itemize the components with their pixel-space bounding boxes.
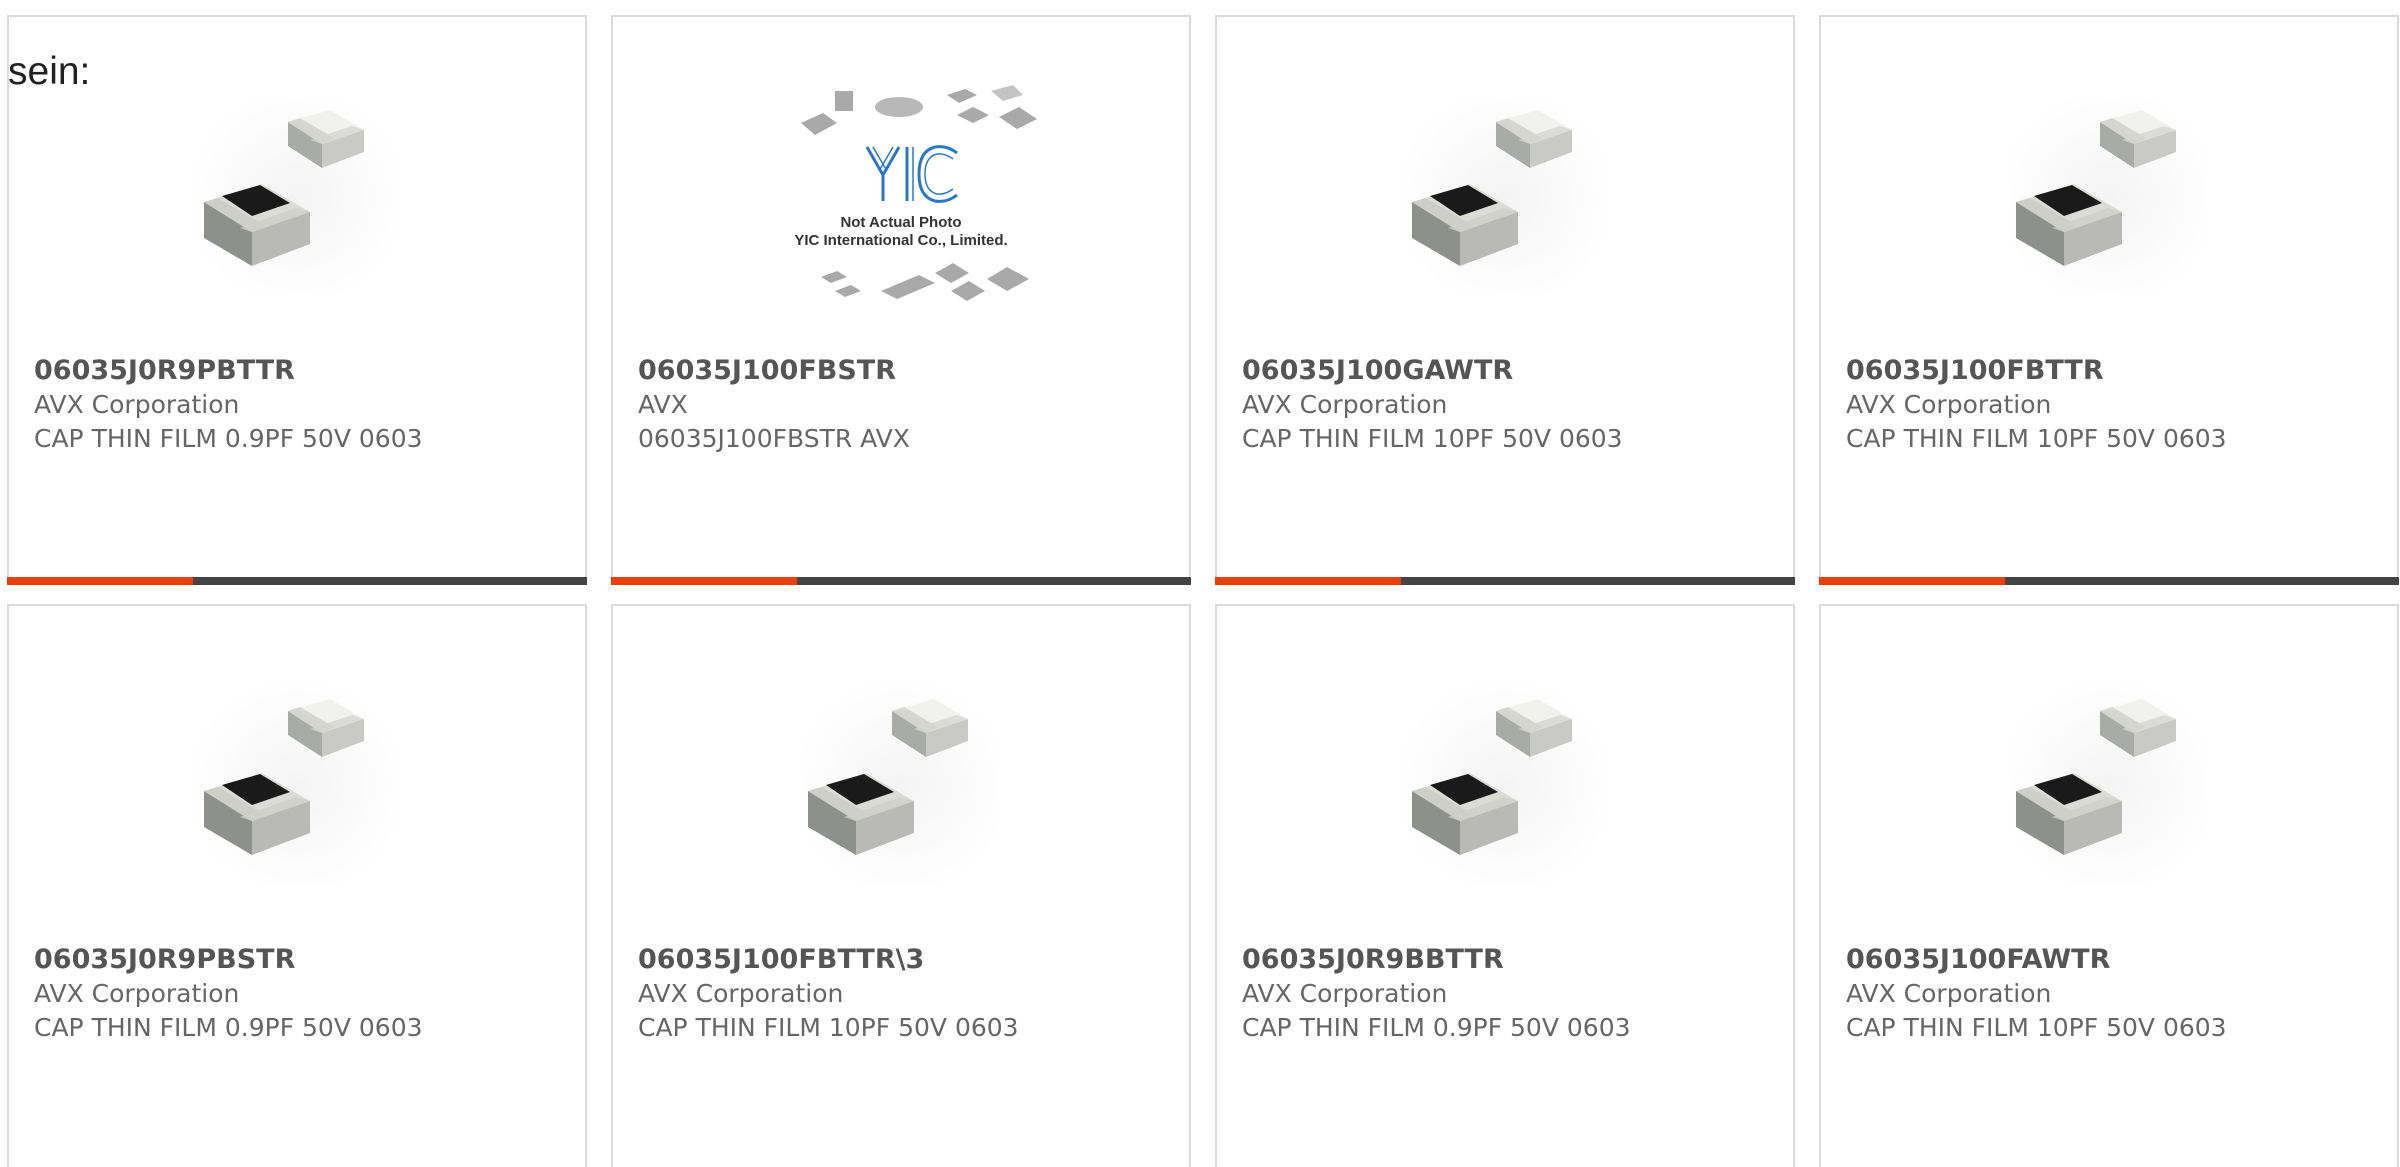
description: CAP THIN FILM 0.9PF 50V 0603 [34,1013,423,1042]
product-card[interactable]: 06035J0R9PBTTR AVX Corporation CAP THIN … [7,15,587,585]
progress-fill [1819,577,2005,585]
description: 06035J100FBSTR AVX [638,424,910,453]
capacitor-chip-icon [9,666,585,906]
part-number[interactable]: 06035J100FBTTR [1846,354,2377,388]
card-info: 06035J0R9PBTTR AVX Corporation CAP THIN … [34,354,565,456]
manufacturer: AVX Corporation [1846,390,2052,419]
product-card[interactable]: 06035J100FAWTR AVX Corporation CAP THIN … [1819,604,2399,1167]
manufacturer: AVX Corporation [1242,979,1448,1008]
product-grid: 06035J0R9PBTTR AVX Corporation CAP THIN … [7,15,2399,1167]
description: CAP THIN FILM 10PF 50V 0603 [1846,424,2227,453]
part-number[interactable]: 06035J0R9PBTTR [34,354,565,388]
part-number[interactable]: 06035J0R9BBTTR [1242,943,1773,977]
part-number[interactable]: 06035J100FBSTR [638,354,1169,388]
manufacturer: AVX [638,390,688,419]
yic-placeholder-icon: Not Actual Photo YIC International Co., … [613,77,1189,317]
card-info: 06035J100FBTTR AVX Corporation CAP THIN … [1846,354,2377,456]
svg-text:YIC International Co., Limited: YIC International Co., Limited. [794,232,1007,249]
manufacturer: AVX Corporation [1242,390,1448,419]
progress-bar [1819,577,2399,585]
manufacturer: AVX Corporation [1846,979,2052,1008]
capacitor-chip-icon [1821,77,2397,317]
progress-bar [611,577,1191,585]
part-number[interactable]: 06035J100FBTTR\3 [638,943,1169,977]
description: CAP THIN FILM 0.9PF 50V 0603 [34,424,423,453]
progress-fill [611,577,797,585]
capacitor-chip-icon [613,666,1189,906]
progress-bar [7,577,587,585]
manufacturer: AVX Corporation [34,390,240,419]
progress-bar [1215,577,1795,585]
capacitor-chip-icon [1217,666,1793,906]
progress-fill [1215,577,1401,585]
part-number[interactable]: 06035J0R9PBSTR [34,943,565,977]
description: CAP THIN FILM 10PF 50V 0603 [1242,424,1623,453]
card-info: 06035J100GAWTR AVX Corporation CAP THIN … [1242,354,1773,456]
page: sein: 06035J0R9PBTTR AVX Corporation CAP… [0,0,2400,1167]
card-info: 06035J0R9BBTTR AVX Corporation CAP THIN … [1242,943,1773,1045]
card-info: 06035J100FAWTR AVX Corporation CAP THIN … [1846,943,2377,1045]
description: CAP THIN FILM 10PF 50V 0603 [1846,1013,2227,1042]
part-number[interactable]: 06035J100GAWTR [1242,354,1773,388]
intro-text: sein: [8,50,91,93]
product-card[interactable]: 06035J0R9PBSTR AVX Corporation CAP THIN … [7,604,587,1167]
product-card[interactable]: 06035J100FBTTR AVX Corporation CAP THIN … [1819,15,2399,585]
progress-fill [7,577,193,585]
card-info: 06035J100FBSTR AVX 06035J100FBSTR AVX [638,354,1169,456]
card-info: 06035J0R9PBSTR AVX Corporation CAP THIN … [34,943,565,1045]
product-card[interactable]: 06035J0R9BBTTR AVX Corporation CAP THIN … [1215,604,1795,1167]
capacitor-chip-icon [9,77,585,317]
card-info: 06035J100FBTTR\3 AVX Corporation CAP THI… [638,943,1169,1045]
description: CAP THIN FILM 10PF 50V 0603 [638,1013,1019,1042]
product-card[interactable]: Not Actual Photo YIC International Co., … [611,15,1191,585]
description: CAP THIN FILM 0.9PF 50V 0603 [1242,1013,1631,1042]
svg-text:Not Actual Photo: Not Actual Photo [840,214,961,231]
product-card[interactable]: 06035J100GAWTR AVX Corporation CAP THIN … [1215,15,1795,585]
capacitor-chip-icon [1821,666,2397,906]
part-number[interactable]: 06035J100FAWTR [1846,943,2377,977]
capacitor-chip-icon [1217,77,1793,317]
manufacturer: AVX Corporation [638,979,844,1008]
product-card[interactable]: 06035J100FBTTR\3 AVX Corporation CAP THI… [611,604,1191,1167]
manufacturer: AVX Corporation [34,979,240,1008]
